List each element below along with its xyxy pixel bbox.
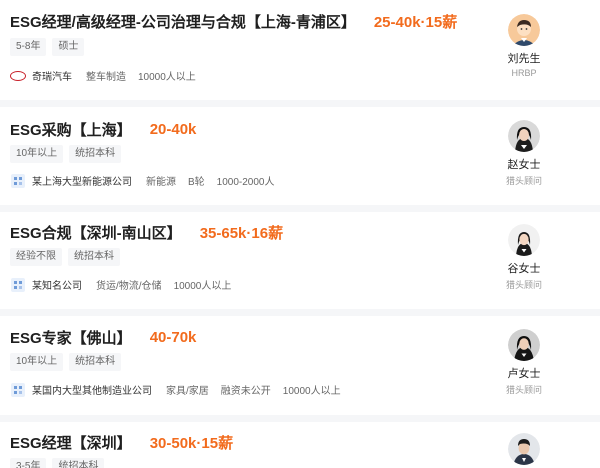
recruiter-info[interactable]: 刘先生 HRBP <box>494 14 554 78</box>
job-tags: 10年以上 统招本科 <box>10 145 122 163</box>
job-tags: 5-8年 硕士 <box>10 38 85 56</box>
job-card[interactable]: ESG经理/高级经理-公司治理与合规【上海-青浦区】 25-40k·15薪 5-… <box>0 0 600 100</box>
job-title[interactable]: ESG专家【佛山】 <box>10 327 132 348</box>
job-salary: 40-70k <box>149 329 197 346</box>
company-name[interactable]: 奇瑞汽车 <box>32 68 72 83</box>
job-title-row: ESG经理/高级经理-公司治理与合规【上海-青浦区】 25-40k·15薪 <box>10 11 457 32</box>
company-funding: B轮 <box>188 177 205 188</box>
company-industry: 整车制造 <box>86 72 126 83</box>
company-name[interactable]: 某国内大型其他制造业公司 <box>32 382 152 397</box>
job-card[interactable]: ESG专家【佛山】 40-70k 10年以上 统招本科 某国内大型其他制造业公司… <box>0 316 600 415</box>
avatar[interactable] <box>508 224 540 256</box>
job-card[interactable]: ESG采购【上海】 20-40k 10年以上 统招本科 某上海大型新能源公司 新… <box>0 107 600 205</box>
recruiter-role: 猎头顾问 <box>505 280 542 290</box>
job-title-row: ESG专家【佛山】 40-70k <box>10 327 196 348</box>
recruiter-name: 谷女士 <box>507 263 541 275</box>
avatar[interactable] <box>508 433 540 465</box>
experience-tag: 经验不限 <box>10 248 62 266</box>
avatar[interactable] <box>508 329 540 361</box>
job-title[interactable]: ESG经理/高级经理-公司治理与合规【上海-青浦区】 <box>10 11 356 32</box>
avatar[interactable] <box>508 120 540 152</box>
female-photo-avatar-icon <box>508 120 540 152</box>
job-salary: 35-65k·16薪 <box>199 225 284 242</box>
female-photo-avatar-icon <box>508 329 540 361</box>
recruiter-name: 赵女士 <box>507 159 541 171</box>
company-size: 10000人以上 <box>173 281 232 292</box>
company-industry: 新能源 <box>146 177 176 188</box>
job-tags: 3-5年 统招本科 <box>10 458 105 468</box>
male-photo-avatar-icon <box>508 433 540 465</box>
recruiter-role: HRBP <box>511 68 537 78</box>
company-size: 10000人以上 <box>282 386 341 397</box>
experience-tag: 10年以上 <box>10 145 64 163</box>
job-title-row: ESG经理【深圳】 30-50k·15薪 <box>10 432 233 453</box>
company-row[interactable]: 某知名公司 货运/物流/仓储 10000人以上 <box>10 277 243 292</box>
company-name[interactable]: 某知名公司 <box>32 277 82 292</box>
company-industry: 家具/家居 <box>166 386 209 397</box>
recruiter-info[interactable]: 卢女士 猎头顾问 <box>494 329 554 396</box>
education-tag: 统招本科 <box>69 145 122 163</box>
job-tags: 10年以上 统招本科 <box>10 353 122 371</box>
avatar[interactable] <box>508 14 540 46</box>
education-tag: 硕士 <box>52 38 85 56</box>
job-title[interactable]: ESG采购【上海】 <box>10 119 132 140</box>
recruiter-role: 猎头顾问 <box>505 385 542 395</box>
recruiter-info[interactable]: 赵女士 猎头顾问 <box>494 120 554 187</box>
recruiter-role: 猎头顾问 <box>505 176 542 186</box>
education-tag: 统招本科 <box>52 458 105 468</box>
education-tag: 统招本科 <box>69 353 122 371</box>
company-size: 1000-2000人 <box>216 177 275 188</box>
recruiter-info[interactable]: 谷女士 猎头顾问 <box>494 224 554 291</box>
chery-logo-icon <box>10 70 26 82</box>
experience-tag: 5-8年 <box>10 38 47 56</box>
company-size: 10000人以上 <box>138 72 196 83</box>
job-salary: 25-40k·15薪 <box>373 14 458 31</box>
job-card[interactable]: ESG经理【深圳】 30-50k·15薪 3-5年 统招本科 <box>0 422 600 468</box>
company-row[interactable]: 奇瑞汽车 整车制造 10000人以上 <box>10 68 208 83</box>
company-logo-icon <box>10 277 26 292</box>
experience-tag: 10年以上 <box>10 353 64 371</box>
education-tag: 统招本科 <box>68 248 120 266</box>
job-tags: 经验不限 统招本科 <box>10 248 120 266</box>
job-card[interactable]: ESG合规【深圳-南山区】 35-65k·16薪 经验不限 统招本科 某知名公司… <box>0 212 600 309</box>
female-photo-avatar-icon <box>508 224 540 256</box>
job-salary: 20-40k <box>149 121 197 138</box>
job-title[interactable]: ESG经理【深圳】 <box>10 432 132 453</box>
recruiter-info[interactable] <box>494 433 554 465</box>
company-row[interactable]: 某上海大型新能源公司 新能源 B轮 1000-2000人 <box>10 173 287 188</box>
recruiter-name: 刘先生 <box>507 53 541 65</box>
company-name[interactable]: 某上海大型新能源公司 <box>32 173 132 188</box>
company-funding: 融资未公开 <box>220 386 271 397</box>
job-title[interactable]: ESG合规【深圳-南山区】 <box>10 222 182 243</box>
experience-tag: 3-5年 <box>10 458 47 468</box>
recruiter-name: 卢女士 <box>507 368 541 380</box>
job-title-row: ESG采购【上海】 20-40k <box>10 119 196 140</box>
male-cartoon-avatar-icon <box>508 14 540 46</box>
job-title-row: ESG合规【深圳-南山区】 35-65k·16薪 <box>10 222 283 243</box>
company-industry: 货运/物流/仓储 <box>96 281 162 292</box>
company-logo-icon <box>10 173 26 188</box>
company-row[interactable]: 某国内大型其他制造业公司 家具/家居 融资未公开 10000人以上 <box>10 382 353 397</box>
job-salary: 30-50k·15薪 <box>149 435 234 452</box>
company-logo-icon <box>10 382 26 397</box>
